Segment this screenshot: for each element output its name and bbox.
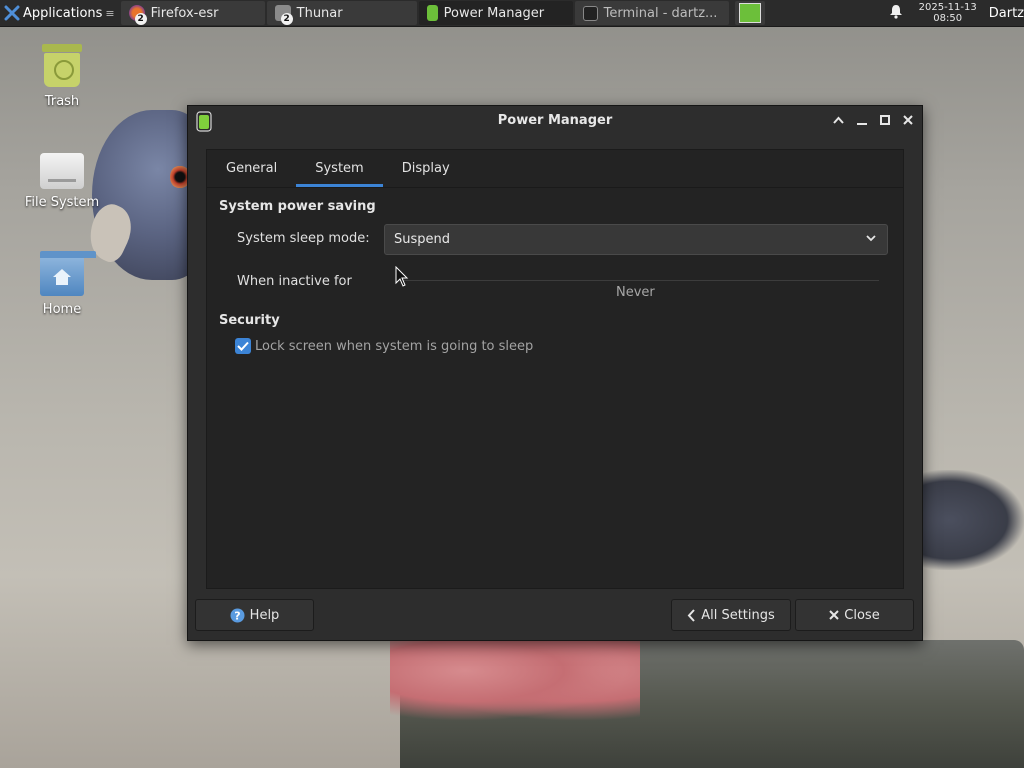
wallpaper-pigeon-feet (390, 635, 640, 725)
battery-tray-icon (738, 3, 761, 23)
mouse-cursor-icon (395, 266, 409, 287)
terminal-icon (582, 5, 598, 21)
trash-icon (40, 42, 84, 88)
desktop-icon-file-system[interactable]: File System (17, 153, 107, 210)
menu-separator-icon: ≡ (105, 6, 115, 20)
drive-icon (40, 153, 84, 189)
clock-date: 2025-11-13 (918, 2, 977, 13)
close-icon (829, 610, 839, 620)
window-titlebar[interactable]: Power Manager (188, 106, 922, 136)
maximize-icon (879, 114, 890, 125)
sleep-mode-select[interactable]: Suspend (384, 224, 888, 255)
notification-bell-icon[interactable] (889, 4, 903, 23)
settings-notebook: General System Display System power savi… (206, 149, 904, 589)
sleep-mode-value: Suspend (394, 232, 451, 247)
applications-menu-label: Applications (23, 5, 103, 21)
help-icon: ? (230, 608, 245, 622)
clock-time: 08:50 (933, 13, 963, 24)
tab-display[interactable]: Display (383, 150, 469, 187)
chevron-left-icon (687, 608, 695, 622)
desktop-icon-label: Trash (44, 94, 80, 109)
close-window-button[interactable] (899, 111, 916, 128)
thunar-window-count-badge: 2 (280, 13, 293, 25)
thunar-icon: 2 (274, 5, 293, 25)
lock-screen-checkbox[interactable] (235, 338, 251, 354)
tab-general[interactable]: General (207, 150, 296, 187)
power-manager-window: Power Manager General System Display Sys… (187, 105, 923, 641)
tab-label: General (226, 161, 278, 176)
tab-label: Display (401, 161, 450, 176)
close-icon (902, 114, 913, 125)
taskbar-task-label: Firefox-esr (150, 5, 219, 21)
close-button[interactable]: Close (795, 599, 914, 631)
tab-label: System (315, 161, 364, 176)
taskbar-task-thunar[interactable]: 2 Thunar (266, 1, 417, 25)
user-menu[interactable]: Dartz (989, 6, 1024, 21)
taskbar-task-label: Thunar (296, 5, 343, 21)
all-settings-button-label: All Settings (701, 607, 775, 623)
sleep-mode-label: System sleep mode: (237, 231, 370, 246)
desktop-icon-trash[interactable]: Trash (17, 42, 107, 109)
clock[interactable]: 2025-11-13 08:50 (919, 2, 977, 24)
applications-menu-button[interactable]: Applications ≡ (0, 0, 119, 26)
taskbar-task-terminal[interactable]: Terminal - dartz... (574, 1, 729, 25)
inactive-label: When inactive for (237, 274, 352, 289)
desktop-icon-label: File System (24, 195, 100, 210)
section-title-security: Security (219, 313, 280, 328)
firefox-window-count-badge: 2 (134, 13, 147, 25)
desktop-icon-label: Home (42, 302, 82, 317)
applications-menu-icon (4, 5, 20, 21)
inactive-slider-value: Never (616, 285, 655, 300)
chevron-down-icon (866, 235, 876, 242)
section-title-power-saving: System power saving (219, 199, 376, 214)
taskbar-task-label: Power Manager (443, 5, 545, 21)
all-settings-button[interactable]: All Settings (671, 599, 791, 631)
taskbar: Applications ≡ 2 Firefox-esr 2 Thunar Po… (0, 0, 1024, 27)
tab-system[interactable]: System (296, 150, 384, 187)
home-folder-icon (40, 251, 96, 296)
minimize-icon (856, 122, 867, 125)
lock-screen-label: Lock screen when system is going to slee… (255, 339, 534, 354)
taskbar-task-label: Terminal - dartz... (603, 5, 718, 21)
desktop-icon-home[interactable]: Home (17, 251, 107, 317)
svg-text:?: ? (234, 609, 240, 622)
taskbar-task-firefox[interactable]: 2 Firefox-esr (120, 1, 265, 25)
checkmark-icon (237, 341, 249, 351)
help-button[interactable]: ? Help (195, 599, 314, 631)
tray-power-manager-button[interactable] (734, 1, 765, 25)
battery-icon (426, 5, 438, 21)
inactive-slider[interactable] (397, 280, 879, 281)
minimize-button[interactable] (853, 111, 870, 128)
shade-button[interactable] (830, 111, 847, 128)
taskbar-task-power-manager[interactable]: Power Manager (418, 1, 573, 25)
window-title: Power Manager (497, 113, 613, 128)
help-button-label: Help (249, 607, 280, 623)
close-button-label: Close (844, 607, 880, 623)
chevron-up-icon (833, 116, 844, 124)
tab-divider (207, 187, 903, 188)
tab-bar: General System Display (207, 150, 469, 187)
taskbar-right-area: 2025-11-13 08:50 Dartz (889, 0, 1024, 26)
firefox-icon: 2 (128, 5, 147, 25)
maximize-button[interactable] (876, 111, 893, 128)
